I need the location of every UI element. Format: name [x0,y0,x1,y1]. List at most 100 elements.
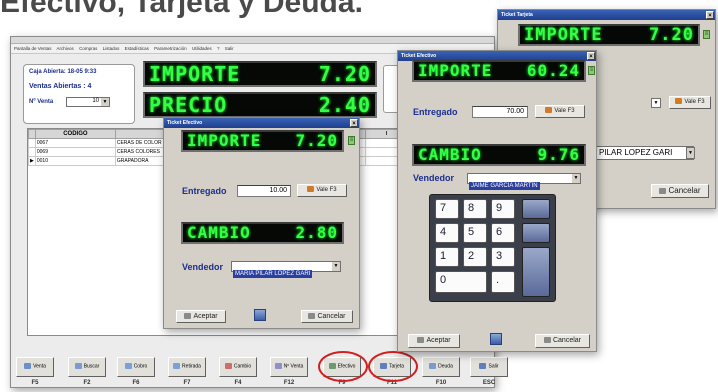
dialog2-cancelar-button[interactable]: Cancelar [535,334,590,348]
cobro-button[interactable]: Cobro [117,357,155,377]
ventas-abiertas-text: Ventas Abiertas : 4 [29,83,92,90]
key-5[interactable]: 5 [463,223,487,243]
nventa-icon [274,363,282,369]
dialog3-vale-label: Vale F3 [684,99,705,105]
venta-button[interactable]: Venta [16,357,54,377]
close-icon[interactable]: × [706,11,714,19]
printer-icon[interactable] [490,333,502,345]
dialog1-vendedor-label: Vendedor [182,262,224,272]
menu-estadisticas[interactable]: Estadísticas [125,46,149,51]
key-1[interactable]: 1 [435,247,459,267]
dialog2-vale-label: Vale F3 [554,108,575,114]
col-header-codigo[interactable]: CODIGO [34,129,116,139]
dialog2-vale-button[interactable]: Vale F3 [535,105,585,118]
key-0[interactable]: 0 [435,271,487,293]
menu-utilidades[interactable]: Utilidades [192,46,212,51]
cambio-button[interactable]: Cambio [219,357,257,377]
dialog2-importe-label: IMPORTE [418,61,493,80]
dialog3-title: Ticket Tarjeta [501,12,533,18]
retirada-button[interactable]: Retirada [168,357,206,377]
col-header-mark [28,129,36,139]
venta-label: Venta [33,363,46,370]
key-2[interactable]: 2 [463,247,487,267]
dialog3-dropdown-chevron[interactable]: ▼ [651,98,661,108]
key-9[interactable]: 9 [491,199,515,219]
caja-abierta-text: Caja Abierta: 18-05 9:33 [29,69,97,75]
main-importe-value: 7.20 [318,62,371,86]
cancel-icon [659,187,667,194]
ticket-efectivo-dialog-2: Ticket Efectivo × IMPORTE 60.24 ≡ Entrega… [397,50,597,352]
menu-archivos[interactable]: Archivos [57,46,74,51]
dialog3-vale-button[interactable]: Vale F3 [669,96,711,109]
key-6[interactable]: 6 [491,223,515,243]
close-icon[interactable]: × [350,119,358,127]
vale-icon [307,186,315,193]
chevron-down-icon: ▼ [332,262,340,271]
close-icon[interactable]: × [587,52,595,60]
key-f10: F10 [435,380,447,386]
key-8[interactable]: 8 [463,199,487,219]
dialog2-vendedor-select[interactable]: JAIME GARCIA MARTIN ▼ [467,173,581,190]
salir-button[interactable]: Salir [470,357,508,377]
menu-parametrizacion[interactable]: Parametrización [154,46,187,51]
key-f6: F6 [132,380,140,386]
cobro-icon [124,363,132,369]
page-heading: Efectivo, Tarjeta y Deuda. [0,0,363,19]
key-4[interactable]: 4 [435,223,459,243]
main-precio-label: PRECIO [149,93,228,117]
deuda-label: Deuda [438,363,453,370]
menu-listados[interactable]: Listados [103,46,120,51]
key-enter[interactable] [522,247,550,297]
menu-pantalla-ventas[interactable]: Pantalla de Ventas [14,46,52,51]
dialog1-entregado-input[interactable]: 10.00 [237,185,291,197]
dialog3-vendedor-chevron[interactable]: ▼ [686,147,695,159]
menu-salir[interactable]: Salir [225,46,234,51]
dialog3-cancelar-button[interactable]: Cancelar [651,184,709,198]
nventa-select[interactable]: 10 ▼ [66,97,110,107]
nventa-button[interactable]: Nº Venta [270,357,308,377]
row-marker [28,138,36,148]
cambio-icon [224,363,232,369]
dialog3-importe-label: IMPORTE [524,25,603,45]
dialog3-cancelar-label: Cancelar [668,186,701,195]
key-backspace[interactable] [522,199,550,219]
chevron-down-icon: ▼ [101,98,109,106]
dialog1-entregado-label: Entregado [182,186,227,196]
printer-icon[interactable] [254,309,266,321]
dialog2-entregado-input[interactable]: 70.00 [472,106,528,118]
dialog2-lcd-importe: IMPORTE 60.24 [412,60,586,82]
dialog1-aceptar-button[interactable]: Aceptar [176,310,226,323]
dialog1-vendedor-select[interactable]: MARIA PILAR LOPEZ GARI ▼ [231,261,341,278]
key-clear[interactable] [522,223,550,243]
row-marker: ▶ [28,156,36,166]
ticket-efectivo-dialog-1: Ticket Efectivo × IMPORTE 7.20 ≡ Entregad… [163,117,360,329]
dialog2-importe-green-button[interactable]: ≡ [588,66,595,75]
key-esc: ESC [482,380,496,386]
main-lcd-precio: PRECIO 2.40 [143,92,377,118]
cancel-icon [308,313,316,320]
dialog1-importe-green-button[interactable]: ≡ [348,136,355,145]
menu-help[interactable]: ? [217,46,220,51]
search-icon [74,363,82,369]
dialog3-vendedor-value: PILAR LOPEZ GARI [599,148,673,157]
key-7[interactable]: 7 [435,199,459,219]
buscar-button[interactable]: Buscar [68,357,106,377]
menu-compras[interactable]: Compras [79,46,97,51]
key-decimal[interactable]: . [491,271,515,293]
dialog2-vendedor-label: Vendedor [413,173,455,183]
dialog1-importe-value: 7.20 [295,131,338,150]
check-icon [417,337,425,344]
dialog1-lcd-importe: IMPORTE 7.20 [181,130,344,152]
dialog1-vale-button[interactable]: Vale F3 [297,184,347,197]
dialog1-cancelar-button[interactable]: Cancelar [301,310,353,323]
dialog3-title-bar: Ticket Tarjeta × [498,10,715,20]
dialog3-importe-green-button[interactable]: ≡ [703,30,710,39]
key-f4: F4 [234,380,242,386]
key-3[interactable]: 3 [491,247,515,267]
deuda-button[interactable]: Deuda [422,357,460,377]
dialog3-lcd-importe: IMPORTE 7.20 [518,24,700,46]
dialog2-aceptar-button[interactable]: Aceptar [408,334,460,348]
dialog3-vendedor-select[interactable]: PILAR LOPEZ GARI [596,146,694,160]
exit-icon [479,363,487,369]
dialog1-vendedor-value: MARIA PILAR LOPEZ GARI [233,270,313,278]
